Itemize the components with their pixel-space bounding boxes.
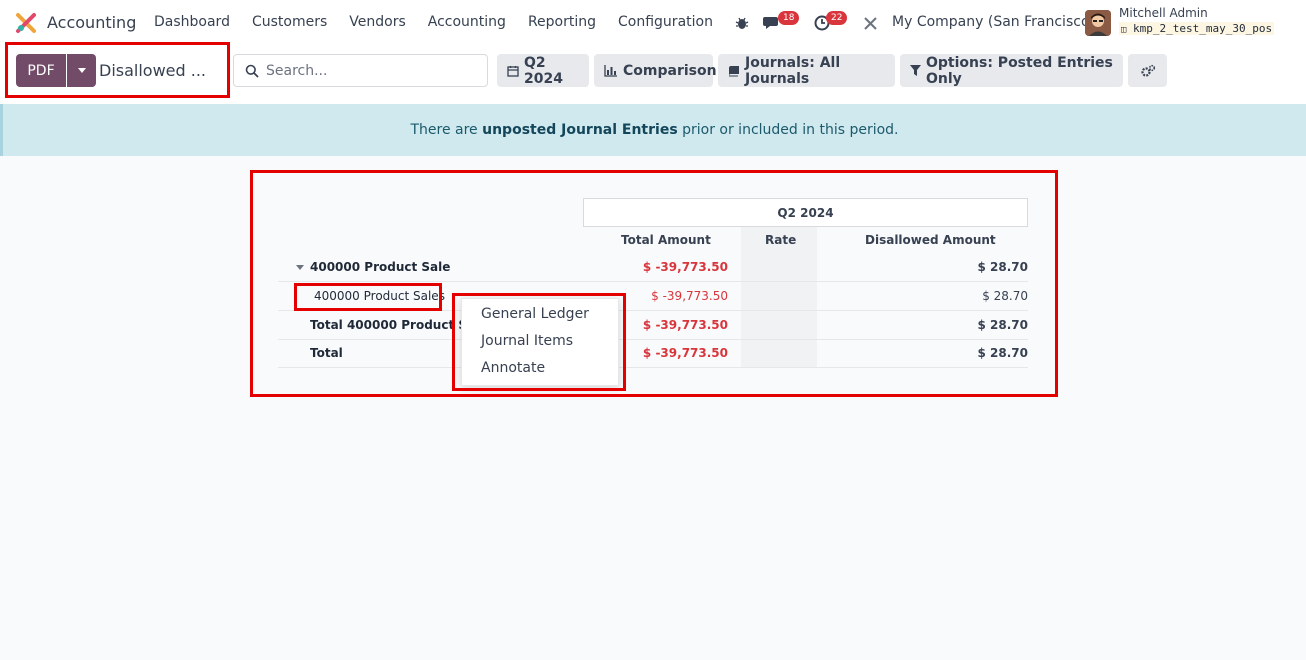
row-label[interactable]: 400000 Product Sales (314, 289, 445, 303)
comparison-filter-button[interactable]: Comparison (594, 54, 717, 87)
period-filter-label: Q2 2024 (524, 54, 563, 87)
menu-dashboard[interactable]: Dashboard (154, 14, 230, 30)
database-icon: ◫ (1121, 25, 1127, 35)
database-name: ◫ kmp_2_test_may_30_pos (1119, 22, 1275, 35)
period-column-header: Q2 2024 (583, 198, 1028, 227)
user-name[interactable]: Mitchell Admin (1119, 6, 1208, 20)
alert-prefix: There are (410, 122, 483, 138)
debug-bug-icon[interactable] (735, 16, 749, 30)
journals-filter-label: Journals: All Journals (745, 54, 841, 87)
menu-item-annotate[interactable]: Annotate (481, 360, 545, 376)
user-avatar[interactable] (1085, 10, 1111, 36)
menu-configuration[interactable]: Configuration (618, 14, 713, 30)
menu-item-general-ledger[interactable]: General Ledger (481, 306, 589, 322)
top-navbar: Accounting Dashboard Customers Vendors A… (0, 0, 1306, 46)
comparison-filter-label: Comparison (623, 62, 717, 79)
unposted-entries-alert: There are unposted Journal Entries prior… (0, 104, 1306, 156)
menu-reporting[interactable]: Reporting (528, 14, 596, 30)
column-total-amount: Total Amount (621, 233, 711, 247)
main-menu: Dashboard Customers Vendors Accounting R… (154, 14, 713, 30)
search-icon (245, 64, 259, 78)
bar-chart-icon (604, 64, 617, 77)
filter-icon (910, 64, 921, 76)
menu-vendors[interactable]: Vendors (349, 14, 405, 30)
tools-icon[interactable] (863, 16, 878, 31)
accounting-app-icon[interactable] (15, 12, 37, 34)
row-total-amount: $ -39,773.50 (642, 346, 728, 360)
messages-badge: 18 (778, 11, 800, 25)
app-name[interactable]: Accounting (47, 13, 136, 32)
activities-badge: 22 (826, 11, 848, 25)
gears-icon (1140, 64, 1155, 77)
table-row: Total $ -39,773.50 $ 28.70 (278, 340, 1028, 368)
table-row[interactable]: 400000 Product Sales $ -39,773.50 $ 28.7… (278, 283, 1028, 311)
caret-down-icon (77, 68, 86, 73)
row-disallowed-amount: $ 28.70 (977, 346, 1028, 360)
journals-filter-button[interactable]: Journals: All Journals (718, 54, 895, 87)
alert-suffix: prior or included in this period. (677, 122, 899, 138)
options-filter-label: Options: Posted Entries Only (926, 54, 1113, 87)
column-rate: Rate (765, 233, 797, 247)
menu-accounting[interactable]: Accounting (428, 14, 506, 30)
alert-unposted-link[interactable]: unposted Journal Entries (482, 122, 678, 138)
book-icon (729, 65, 739, 76)
period-filter-button[interactable]: Q2 2024 (497, 54, 589, 87)
search-box[interactable] (233, 54, 488, 87)
table-row: Total 400000 Product Sale $ -39,773.50 $… (278, 312, 1028, 340)
row-label[interactable]: 400000 Product Sale (296, 260, 450, 274)
row-total-amount: $ -39,773.50 (651, 289, 728, 303)
database-label: kmp_2_test_may_30_pos (1133, 22, 1273, 35)
pdf-button[interactable]: PDF (16, 54, 66, 87)
row-label-text: 400000 Product Sale (310, 260, 451, 274)
line-context-menu: General Ledger Journal Items Annotate (461, 298, 619, 386)
row-disallowed-amount: $ 28.70 (977, 260, 1028, 274)
row-disallowed-amount: $ 28.70 (982, 289, 1028, 303)
menu-customers[interactable]: Customers (252, 14, 327, 30)
settings-button[interactable] (1128, 54, 1167, 87)
calendar-icon (507, 65, 519, 77)
row-disallowed-amount: $ 28.70 (977, 318, 1028, 332)
search-input[interactable] (266, 62, 481, 80)
company-switcher[interactable]: My Company (San Francisco) (892, 14, 1095, 30)
pdf-dropdown-toggle[interactable] (67, 54, 96, 87)
table-row[interactable]: 400000 Product Sale $ -39,773.50 $ 28.70 (278, 254, 1028, 282)
collapse-caret-icon[interactable] (296, 265, 304, 270)
row-label: Total (310, 346, 343, 360)
row-total-amount: $ -39,773.50 (642, 318, 728, 332)
menu-item-journal-items[interactable]: Journal Items (481, 333, 573, 349)
column-disallowed-amount: Disallowed Amount (865, 233, 996, 247)
options-filter-button[interactable]: Options: Posted Entries Only (900, 54, 1123, 87)
row-total-amount: $ -39,773.50 (642, 260, 728, 274)
report-title: Disallowed ... (99, 61, 207, 80)
